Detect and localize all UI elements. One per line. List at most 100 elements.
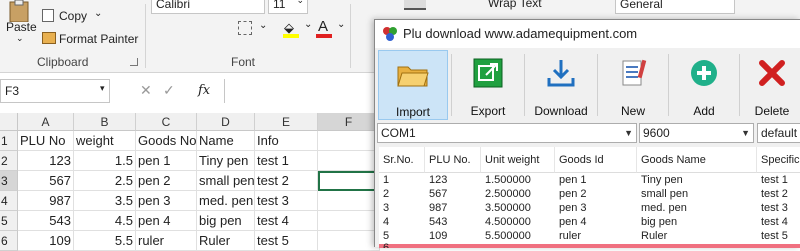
column-header-d[interactable]: D (197, 113, 255, 131)
cell-e4[interactable]: test 3 (255, 191, 318, 211)
align-center-icon[interactable] (404, 0, 426, 10)
cell-f4[interactable] (318, 191, 380, 211)
grid-cell[interactable]: pen 2 (555, 188, 637, 201)
grid-cell[interactable]: pen 3 (555, 202, 637, 215)
cell-e3[interactable]: test 2 (255, 171, 318, 191)
column-header-b[interactable]: B (74, 113, 136, 131)
cell-c5[interactable]: pen 4 (136, 211, 197, 231)
borders-icon[interactable] (238, 21, 252, 35)
grid-cell[interactable]: 5.500000 (481, 230, 555, 243)
grid-cell[interactable]: 1 (379, 174, 425, 187)
grid-cell[interactable]: 6 (379, 242, 425, 248)
row-header-1[interactable]: 1 (0, 131, 18, 151)
grid-header-plu-no[interactable]: PLU No. (425, 147, 481, 173)
cell-e5[interactable]: test 4 (255, 211, 318, 231)
cell-f3-selected[interactable] (318, 171, 380, 191)
grid-header-unit-weight[interactable]: Unit weight (481, 147, 555, 173)
cell-f2[interactable] (318, 151, 380, 171)
cell-d3[interactable]: small pen (197, 171, 255, 191)
cell-f5[interactable] (318, 211, 380, 231)
grid-cell[interactable]: 3 (379, 202, 425, 215)
paste-button[interactable]: Paste ⌄ (4, 0, 37, 50)
cell-f6[interactable] (318, 231, 380, 251)
cell-e6[interactable]: test 5 (255, 231, 318, 251)
grid-header-specification[interactable]: Specifica (757, 147, 800, 173)
grid-cell[interactable]: 3.500000 (481, 202, 555, 215)
grid-cell[interactable]: test 3 (757, 202, 800, 215)
export-button[interactable]: Export (455, 50, 521, 120)
cell-b1[interactable]: weight (74, 131, 136, 151)
dialog-launcher-icon[interactable] (130, 58, 138, 66)
fill-color-button[interactable]: ⬙ ⌄ (282, 19, 312, 39)
format-painter-button[interactable]: Format Painter (42, 31, 142, 49)
font-color-button[interactable]: A ⌄ (315, 18, 345, 39)
cell-e1[interactable]: Info (255, 131, 318, 151)
cell-b3[interactable]: 2.5 (74, 171, 136, 191)
grid-header-goods-name[interactable]: Goods Name (637, 147, 757, 173)
delete-button[interactable]: Delete (743, 50, 800, 120)
cell-c1[interactable]: Goods No (136, 131, 197, 151)
cell-d4[interactable]: med. pen (197, 191, 255, 211)
row-header-5[interactable]: 5 (0, 211, 18, 231)
cell-a1[interactable]: PLU No (18, 131, 74, 151)
new-row-highlight[interactable] (379, 244, 800, 248)
import-button[interactable]: Import (378, 50, 448, 120)
grid-cell[interactable]: 123 (425, 174, 481, 187)
cell-f1[interactable] (318, 131, 380, 151)
grid-cell[interactable]: test 5 (757, 230, 800, 243)
name-box[interactable]: F3 (0, 79, 110, 103)
cell-b4[interactable]: 3.5 (74, 191, 136, 211)
number-format-combo[interactable]: General (615, 0, 735, 14)
cell-c2[interactable]: pen 1 (136, 151, 197, 171)
grid-cell[interactable]: pen 4 (555, 216, 637, 229)
default-select[interactable]: default (757, 123, 800, 143)
grid-cell[interactable]: 543 (425, 216, 481, 229)
grid-header-goods-id[interactable]: Goods Id (555, 147, 637, 173)
grid-cell[interactable]: Tiny pen (637, 174, 757, 187)
cell-b2[interactable]: 1.5 (74, 151, 136, 171)
chevron-down-icon[interactable]: ⌄ (259, 20, 267, 31)
grid-cell[interactable]: Ruler (637, 230, 757, 243)
cell-d1[interactable]: Name (197, 131, 255, 151)
chevron-down-icon[interactable]: ▾ (100, 83, 105, 94)
cell-a4[interactable]: 987 (18, 191, 74, 211)
grid-cell[interactable]: 567 (425, 188, 481, 201)
formula-input[interactable] (224, 79, 380, 103)
enter-icon[interactable]: ✓ (163, 82, 175, 99)
add-button[interactable]: Add (672, 50, 736, 120)
grid-cell[interactable]: pen 1 (555, 174, 637, 187)
row-header-3[interactable]: 3 (0, 171, 18, 191)
cell-a3[interactable]: 567 (18, 171, 74, 191)
grid-cell[interactable]: small pen (637, 188, 757, 201)
window-title-bar[interactable]: Plu download www.adamequipment.com (375, 20, 800, 48)
grid-cell[interactable]: med. pen (637, 202, 757, 215)
cell-b5[interactable]: 4.5 (74, 211, 136, 231)
grid-cell[interactable]: ruler (555, 230, 637, 243)
grid-cell[interactable]: 2.500000 (481, 188, 555, 201)
cell-c3[interactable]: pen 2 (136, 171, 197, 191)
grid-cell[interactable]: 987 (425, 202, 481, 215)
row-header-6[interactable]: 6 (0, 231, 18, 251)
row-header-2[interactable]: 2 (0, 151, 18, 171)
new-button[interactable]: New (601, 50, 665, 120)
column-header-e[interactable]: E (255, 113, 318, 131)
cell-a2[interactable]: 123 (18, 151, 74, 171)
wrap-text-label[interactable]: Wrap Text (488, 0, 542, 10)
copy-button[interactable]: Copy ⌄ (42, 8, 104, 26)
grid-cell[interactable]: 4.500000 (481, 216, 555, 229)
baud-rate-select[interactable]: 9600 ▼ (639, 123, 754, 143)
cell-a5[interactable]: 543 (18, 211, 74, 231)
grid-cell[interactable]: 109 (425, 230, 481, 243)
port-select[interactable]: COM1 ▼ (377, 123, 637, 143)
cell-d6[interactable]: Ruler (197, 231, 255, 251)
font-size-combo[interactable]: 11 ⌄ (268, 0, 308, 14)
grid-cell[interactable]: test 2 (757, 188, 800, 201)
column-header-f[interactable]: F (318, 113, 380, 131)
insert-function-icon[interactable]: fx (198, 83, 210, 98)
cell-c6[interactable]: ruler (136, 231, 197, 251)
column-header-a[interactable]: A (18, 113, 74, 131)
cell-d2[interactable]: Tiny pen (197, 151, 255, 171)
cell-b6[interactable]: 5.5 (74, 231, 136, 251)
download-button[interactable]: Download (528, 50, 594, 120)
row-header-4[interactable]: 4 (0, 191, 18, 211)
